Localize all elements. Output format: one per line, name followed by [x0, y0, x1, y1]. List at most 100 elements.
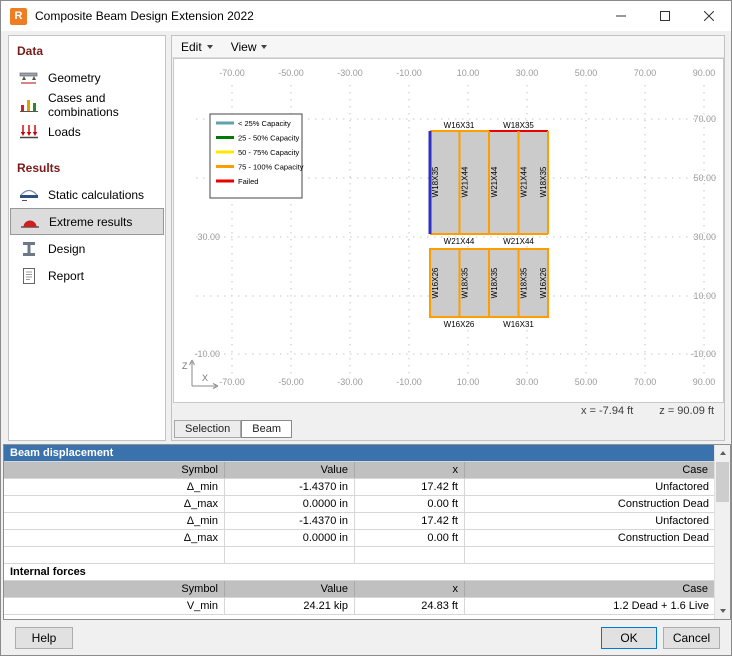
ruler-label: -10.00 — [194, 349, 220, 359]
ruler-label: 90.00 — [693, 377, 716, 387]
legend-label: < 25% Capacity — [238, 119, 291, 128]
cell-case: Unfactored — [465, 513, 715, 529]
ruler-label: 50.00 — [693, 173, 716, 183]
table-row[interactable]: Δ_max 0.0000 in 0.00 ft Construction Dea… — [4, 496, 715, 513]
sidebar-item-extreme-results[interactable]: Extreme results — [10, 208, 164, 235]
capacity-legend: < 25% Capacity 25 - 50% Capacity 50 - 75… — [210, 114, 304, 198]
scroll-down-button[interactable] — [715, 603, 730, 619]
scroll-thumb[interactable] — [716, 462, 729, 502]
cell-empty — [355, 547, 465, 563]
beam-label: W21X44 — [520, 166, 529, 197]
cell-value: -1.4370 in — [225, 513, 355, 529]
table-scrollbar[interactable] — [714, 445, 730, 619]
tab-beam[interactable]: Beam — [241, 420, 292, 438]
sidebar-item-design[interactable]: Design — [10, 235, 164, 262]
section-row-internal-forces: Internal forces — [4, 564, 715, 581]
cell-symbol: Δ_max — [4, 530, 225, 546]
beam-label: W21X44 — [490, 166, 499, 197]
maximize-icon — [660, 11, 670, 21]
ruler-label: 30.00 — [197, 232, 220, 242]
cell-case: Unfactored — [465, 479, 715, 495]
axis-labels: Z X — [182, 361, 208, 383]
sidebar-item-cases-and-combinations[interactable]: Cases and combinations — [10, 91, 164, 118]
view-tabs: Selection Beam — [174, 420, 292, 438]
column-header-case: Case — [465, 581, 715, 597]
cell-empty — [465, 547, 715, 563]
beam-label: W16X26 — [539, 267, 548, 298]
cell-value: 24.21 kip — [225, 598, 355, 614]
ruler-label: 70.00 — [634, 377, 657, 387]
tab-selection[interactable]: Selection — [174, 420, 241, 438]
ruler-label: -10.00 — [396, 377, 422, 387]
menu-view[interactable]: View — [222, 37, 277, 57]
table-header-row: Symbol Value x Case — [4, 462, 715, 479]
cell-symbol: Δ_min — [4, 479, 225, 495]
scroll-up-button[interactable] — [715, 445, 730, 461]
sidebar-item-static-calculations[interactable]: Static calculations — [10, 181, 164, 208]
window-controls — [599, 1, 731, 31]
sidebar-item-label: Static calculations — [48, 188, 144, 202]
ruler-label: 50.00 — [575, 377, 598, 387]
cell-empty — [4, 547, 225, 563]
table-row-empty — [4, 547, 715, 564]
ruler-label: 30.00 — [516, 68, 539, 78]
beam-label: W18X35 — [520, 267, 529, 298]
cell-value: -1.4370 in — [225, 479, 355, 495]
column-header-value: Value — [225, 462, 355, 478]
cell-value: 0.0000 in — [225, 496, 355, 512]
maximize-button[interactable] — [643, 1, 687, 31]
table-row[interactable]: Δ_max 0.0000 in 0.00 ft Construction Dea… — [4, 530, 715, 547]
column-header-symbol: Symbol — [4, 581, 225, 597]
cancel-button[interactable]: Cancel — [663, 627, 720, 649]
legend-label: 25 - 50% Capacity — [238, 134, 300, 143]
axis-z-label: Z — [182, 361, 188, 371]
cell-empty — [225, 547, 355, 563]
ruler-label: 70.00 — [634, 68, 657, 78]
ruler-label: -10.00 — [690, 349, 716, 359]
cell-x: 0.00 ft — [355, 496, 465, 512]
close-button[interactable] — [687, 1, 731, 31]
title-bar: R Composite Beam Design Extension 2022 — [1, 1, 731, 31]
table-row[interactable]: V_min 24.21 kip 24.83 ft 1.2 Dead + 1.6 … — [4, 598, 715, 615]
ruler-label: 10.00 — [457, 68, 480, 78]
sidebar-item-loads[interactable]: Loads — [10, 118, 164, 145]
cell-symbol: Δ_max — [4, 496, 225, 512]
legend-label: Failed — [238, 177, 258, 186]
ruler-label: -70.00 — [219, 68, 245, 78]
section-title: Internal forces — [4, 564, 715, 580]
sidebar-item-geometry[interactable]: Geometry — [10, 64, 164, 91]
section-row-beam-displacement: Beam displacement — [4, 445, 715, 462]
sidebar-item-report[interactable]: Report — [10, 262, 164, 289]
cell-x: 24.83 ft — [355, 598, 465, 614]
table-row[interactable]: Δ_min -1.4370 in 17.42 ft Unfactored — [4, 479, 715, 496]
table-header-row: Symbol Value x Case — [4, 581, 715, 598]
minimize-button[interactable] — [599, 1, 643, 31]
sidebar-item-label: Report — [48, 269, 84, 283]
beam-label: W16X26 — [431, 267, 440, 298]
dropdown-arrow-icon — [207, 45, 213, 49]
extreme-results-icon — [20, 214, 40, 230]
help-button[interactable]: Help — [15, 627, 73, 649]
table-row[interactable]: Δ_min -1.4370 in 17.42 ft Unfactored — [4, 513, 715, 530]
cursor-x-coordinate: x = -7.94 ft — [581, 405, 633, 417]
menu-edit[interactable]: Edit — [172, 37, 222, 57]
column-header-x: x — [355, 581, 465, 597]
beam-label: W18X35 — [503, 121, 534, 130]
cell-x: 17.42 ft — [355, 479, 465, 495]
structure-canvas[interactable]: -70.00 -50.00 -30.00 -10.00 10.00 30.00 … — [173, 58, 724, 403]
sidebar-section-results: Results — [9, 153, 165, 181]
ruler-label: -70.00 — [219, 377, 245, 387]
beam-label: W16X26 — [444, 320, 475, 329]
beam-label: W16X31 — [444, 121, 475, 130]
ruler-label: 10.00 — [457, 377, 480, 387]
scroll-up-icon — [720, 451, 726, 455]
geometry-icon — [19, 70, 39, 86]
beam-label: W21X44 — [444, 237, 475, 246]
cursor-z-coordinate: z = 90.09 ft — [659, 405, 714, 417]
canvas-svg[interactable]: -70.00 -50.00 -30.00 -10.00 10.00 30.00 … — [174, 59, 723, 402]
ok-button[interactable]: OK — [601, 627, 657, 649]
ruler-label: -30.00 — [337, 377, 363, 387]
beam-label: W16X31 — [503, 320, 534, 329]
ruler-label: 90.00 — [693, 68, 716, 78]
sidebar-item-label: Loads — [48, 125, 81, 139]
